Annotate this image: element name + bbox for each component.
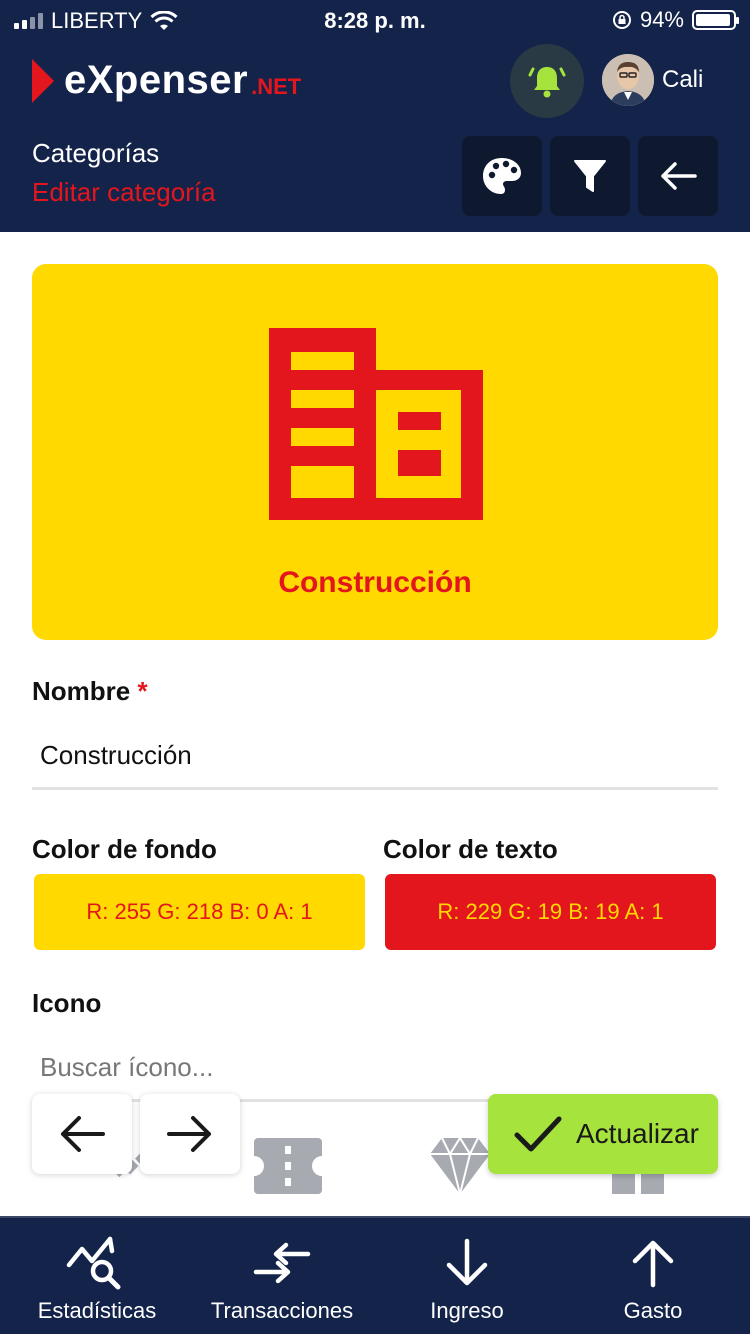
name-field[interactable] [32,724,718,790]
arrow-right-icon [167,1116,211,1152]
filter-icon [574,160,606,192]
brand-logo[interactable]: eXpenser .NET [32,58,301,103]
notifications-button[interactable] [510,44,584,118]
filter-button[interactable] [550,136,630,216]
bg-color-label: Color de fondo [32,834,217,864]
nav-label-transacciones: Transacciones [210,1298,354,1323]
nav-label-gasto: Gasto [623,1298,683,1323]
arrow-down-icon [446,1238,488,1286]
arrow-left-icon [661,162,697,190]
update-button[interactable]: Actualizar [488,1094,718,1174]
user-name: Cali [662,66,704,93]
arrow-left-icon [61,1116,105,1152]
icon-option-ticket[interactable] [248,1118,328,1214]
breadcrumb-current: Editar categoría [32,177,216,207]
avatar [602,54,654,106]
nav-label-estadisticas: Estadísticas [37,1298,157,1323]
back-button[interactable] [638,136,718,216]
icon-label: Icono [32,988,102,1018]
required-mark: * [137,676,148,706]
icons-next-button[interactable] [140,1094,240,1174]
check-icon [514,1116,562,1152]
building-icon [269,328,483,520]
stats-search-icon [66,1236,121,1290]
nav-item-ingreso[interactable]: Ingreso [412,1218,522,1334]
logo-flag-icon [32,58,54,103]
text-color-picker[interactable]: R: 229 G: 19 B: 19 A: 1 [385,874,716,950]
battery-icon [692,10,739,30]
status-bar: LIBERTY 8:28 p. m. 94% [0,0,750,40]
nav-item-transacciones[interactable]: Transacciones [206,1218,358,1334]
bg-color-value: R: 255 G: 218 B: 0 A: 1 [86,899,313,924]
rotation-lock-icon [612,11,631,29]
bg-color-picker[interactable]: R: 255 G: 218 B: 0 A: 1 [34,874,365,950]
category-preview-card: Construcción [32,264,718,640]
transfer-arrows-icon [253,1242,311,1284]
theme-button[interactable] [462,136,542,216]
nav-label-ingreso: Ingreso [430,1298,504,1323]
preview-category-name: Construcción [278,566,472,599]
diamond-icon [430,1136,490,1195]
text-color-value: R: 229 G: 19 B: 19 A: 1 [437,899,664,924]
breadcrumb-parent[interactable]: Categorías [32,138,216,169]
brand-suffix: .NET [251,73,302,99]
name-label-text: Nombre [32,676,131,706]
name-label: Nombre * [32,676,148,707]
arrow-up-icon [632,1240,674,1288]
text-color-label: Color de texto [383,834,558,864]
icons-prev-button[interactable] [32,1094,132,1174]
nav-item-gasto[interactable]: Gasto [600,1218,706,1334]
bottom-navigation: Estadísticas Transacciones Ingreso Gasto [0,1216,750,1334]
icon-search-input[interactable] [32,1036,718,1102]
ticket-icon [254,1138,322,1194]
status-right: 94% [612,7,739,33]
brand-name: eXpenser [64,58,249,102]
update-label: Actualizar [576,1118,699,1149]
user-menu[interactable]: Cali [602,54,703,106]
palette-icon [483,158,521,194]
nav-item-estadisticas[interactable]: Estadísticas [24,1218,170,1334]
battery-percent: 94% [639,7,684,32]
breadcrumb: Categorías Editar categoría [32,138,216,208]
bell-icon [528,67,566,98]
app-header: LIBERTY 8:28 p. m. 94% eXpenser .NET Cal… [0,0,750,232]
